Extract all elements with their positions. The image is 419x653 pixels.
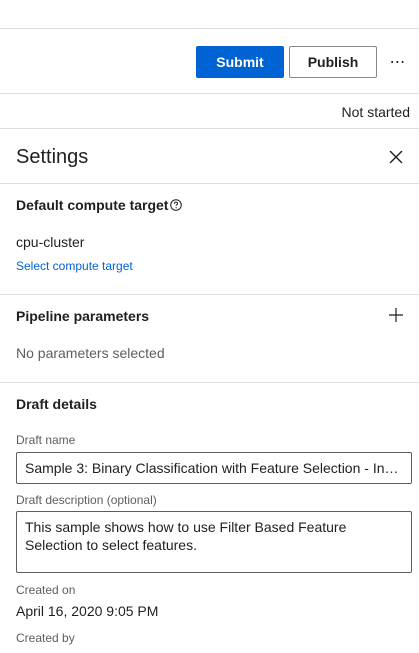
draft-description-input[interactable]: This sample shows how to use Filter Base… [16,511,412,573]
top-divider [0,28,419,29]
status-divider [0,128,419,129]
created-on-label: Created on [16,583,76,597]
run-status-text: Not started [341,104,410,120]
created-by-label: Created by [16,631,75,645]
help-icon[interactable] [170,199,182,211]
compute-divider [0,294,419,295]
add-parameter-icon[interactable] [388,307,404,323]
select-compute-target-link[interactable]: Select compute target [16,259,133,273]
more-options-icon[interactable]: ⋯ [386,52,410,72]
compute-target-heading: Default compute target [16,197,169,213]
created-on-value: April 16, 2020 9:05 PM [16,603,159,619]
draft-details-heading: Draft details [16,396,97,412]
submit-button[interactable]: Submit [196,46,284,78]
no-parameters-text: No parameters selected [16,345,165,361]
pipeline-divider [0,382,419,383]
publish-button[interactable]: Publish [289,46,377,78]
close-icon[interactable] [387,148,405,166]
settings-divider [0,183,419,184]
compute-target-value: cpu-cluster [16,234,85,250]
settings-title: Settings [16,146,89,168]
toolbar-divider [0,93,419,94]
draft-name-label: Draft name [16,433,76,447]
pipeline-parameters-heading: Pipeline parameters [16,308,150,324]
draft-description-label: Draft description (optional) [16,493,157,507]
draft-name-input[interactable]: Sample 3: Binary Classification with Fea… [16,452,412,484]
